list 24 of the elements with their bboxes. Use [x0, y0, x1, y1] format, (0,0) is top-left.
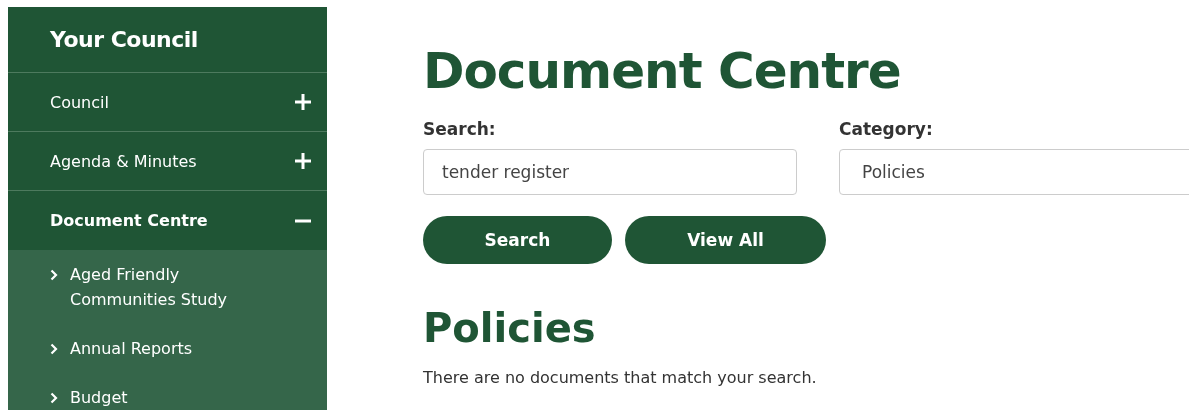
plus-icon[interactable]	[295, 153, 311, 169]
category-select[interactable]: Policies	[839, 149, 1189, 195]
results-heading: Policies	[423, 304, 597, 353]
sidebar-item-label: Council	[50, 92, 109, 112]
search-field[interactable]: tender register	[423, 149, 797, 195]
submenu-link[interactable]: Aged Friendly Communities Study	[8, 250, 327, 324]
no-results-message: There are no documents that match your search.	[423, 368, 818, 387]
sidebar-item[interactable]: Agenda & Minutes	[8, 132, 327, 191]
search-button[interactable]: Search	[423, 216, 612, 264]
page-title: Document Centre	[423, 41, 902, 101]
sidebar-item[interactable]: Council	[8, 73, 327, 132]
search-label: Search:	[423, 119, 497, 139]
sidebar-item-label: Document Centre	[50, 211, 208, 230]
submenu-link[interactable]: Budget	[8, 373, 327, 410]
sidebar-item-label: Agenda & Minutes	[50, 151, 197, 171]
sidebar-item[interactable]: Document Centre	[8, 191, 327, 250]
view-all-button[interactable]: View All	[625, 216, 826, 264]
chevron-right-icon	[50, 392, 58, 404]
plus-icon[interactable]	[295, 94, 311, 110]
category-label: Category:	[839, 119, 934, 139]
chevron-right-icon	[50, 343, 58, 355]
sidebar-title: Your Council	[8, 7, 327, 73]
chevron-right-icon	[50, 269, 58, 281]
submenu-link[interactable]: Annual Reports	[8, 324, 327, 373]
